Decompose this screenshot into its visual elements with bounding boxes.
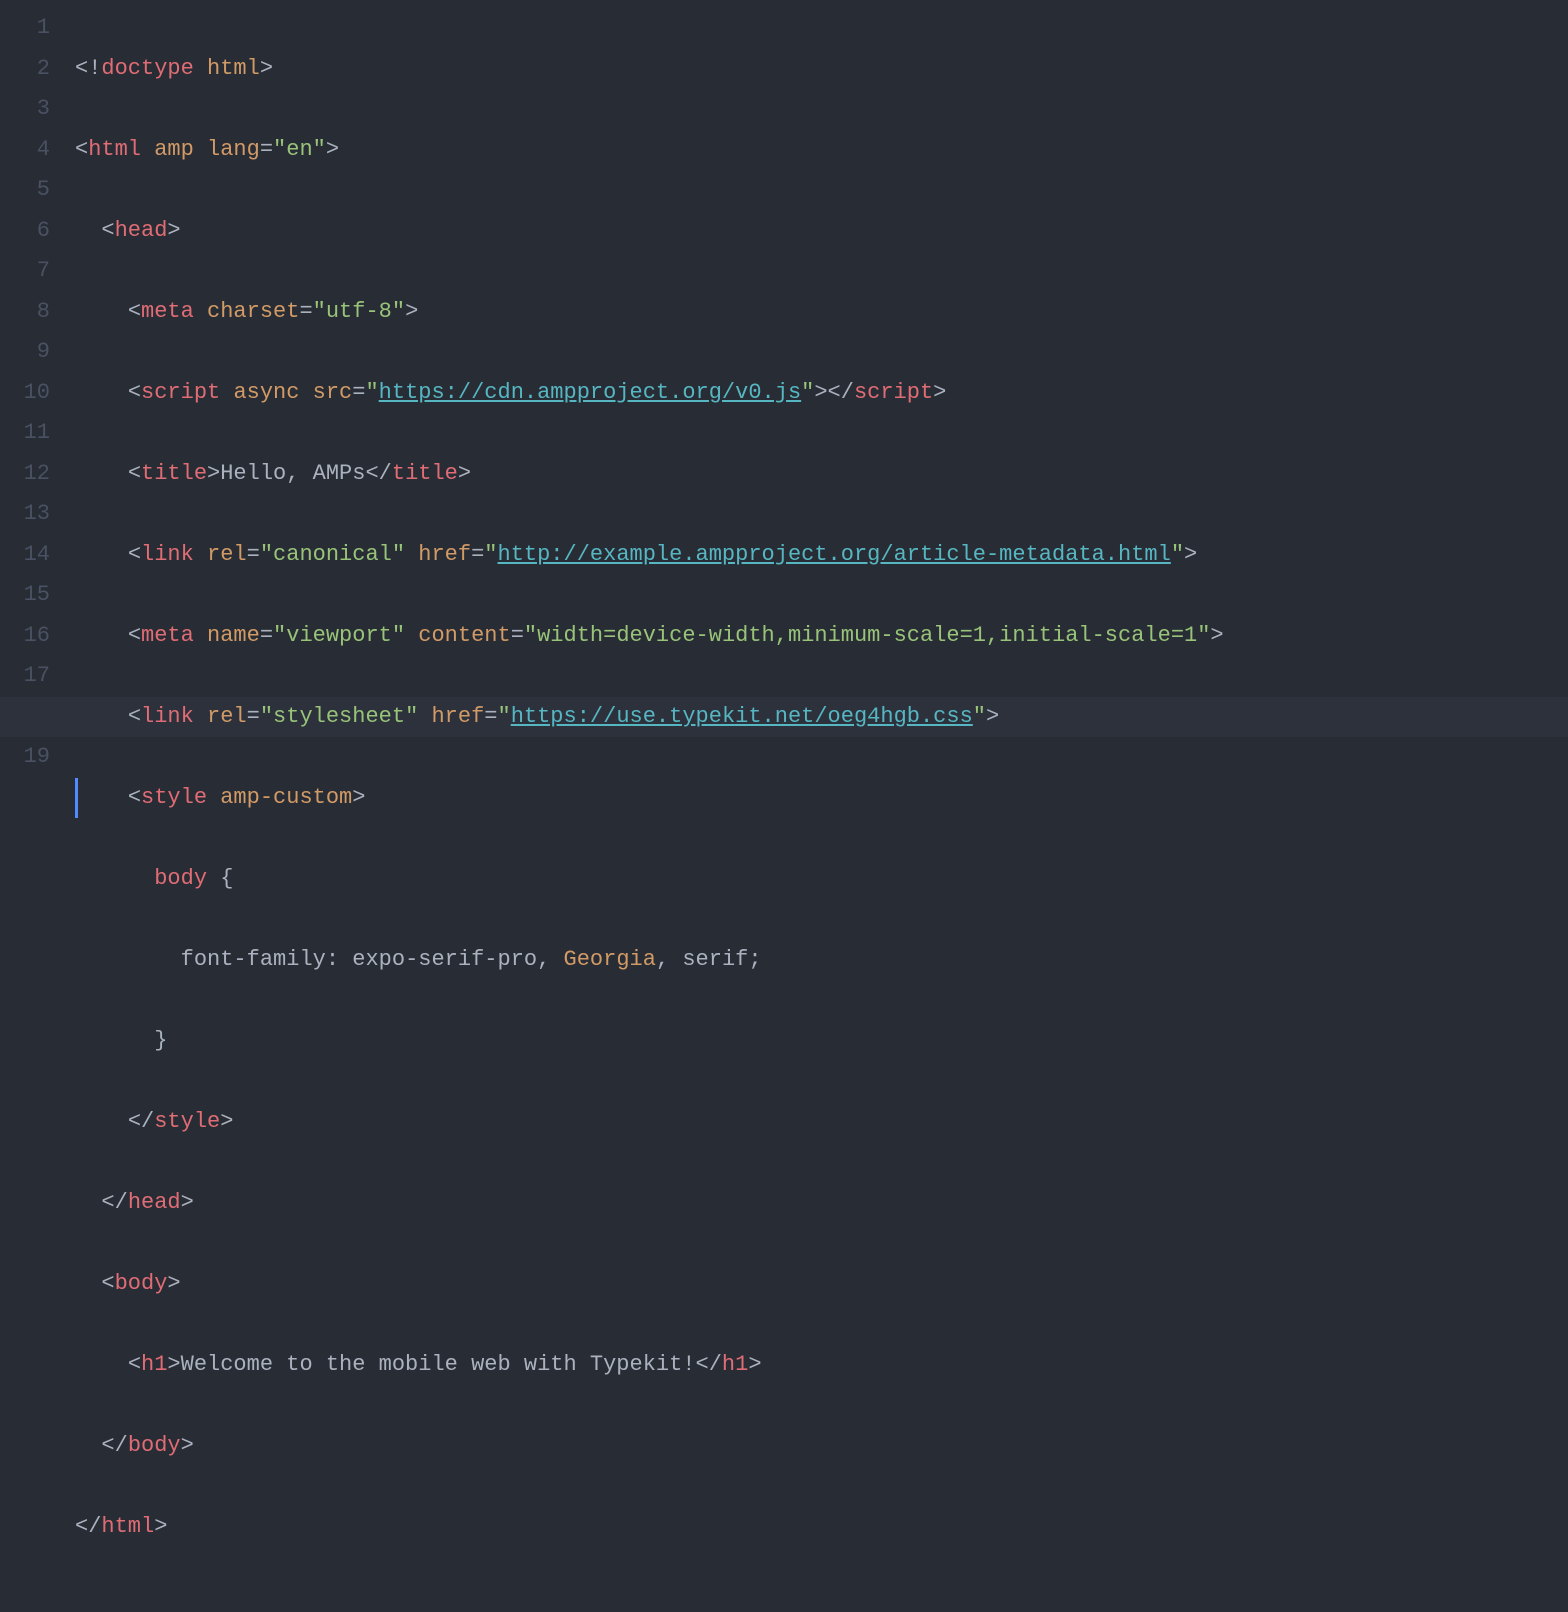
code-line[interactable]: <link rel="canonical" href="http://examp…: [75, 535, 1568, 576]
line-number: 12: [0, 454, 50, 495]
line-number: 5: [0, 170, 50, 211]
line-number: 10: [0, 373, 50, 414]
code-line[interactable]: font-family: expo-serif-pro, Georgia, se…: [75, 940, 1568, 981]
line-number: 1: [0, 8, 50, 49]
line-number: 7: [0, 251, 50, 292]
code-line[interactable]: <script async src="https://cdn.ampprojec…: [75, 373, 1568, 414]
line-number: 13: [0, 494, 50, 535]
gutter: 1 2 3 4 5 6 7 8 9 10 11 12 13 14 15 16 1…: [0, 0, 75, 806]
code-editor[interactable]: 1 2 3 4 5 6 7 8 9 10 11 12 13 14 15 16 1…: [0, 0, 1568, 806]
url-link[interactable]: http://example.ampproject.org/article-me…: [498, 542, 1171, 567]
code-area[interactable]: <!doctype html> <html amp lang="en"> <he…: [75, 0, 1568, 806]
code-line-cursor[interactable]: <style amp-custom>: [75, 778, 1568, 819]
code-line[interactable]: </html>: [75, 1507, 1568, 1548]
line-number: 3: [0, 89, 50, 130]
code-line[interactable]: </head>: [75, 1183, 1568, 1224]
line-number: 2: [0, 49, 50, 90]
url-link[interactable]: https://cdn.ampproject.org/v0.js: [379, 380, 801, 405]
line-number: 9: [0, 332, 50, 373]
cursor-icon: [75, 778, 78, 819]
line-number: 19: [0, 737, 50, 778]
code-line-highlighted[interactable]: <link rel="stylesheet" href="https://use…: [0, 697, 1568, 738]
code-line[interactable]: }: [75, 1021, 1568, 1062]
line-number: 16: [0, 616, 50, 657]
code-line[interactable]: <h1>Welcome to the mobile web with Typek…: [75, 1345, 1568, 1386]
line-number: 15: [0, 575, 50, 616]
line-number: 4: [0, 130, 50, 171]
code-line[interactable]: <title>Hello, AMPs</title>: [75, 454, 1568, 495]
line-number: 14: [0, 535, 50, 576]
line-number: 6: [0, 211, 50, 252]
code-line[interactable]: <meta charset="utf-8">: [75, 292, 1568, 333]
line-number: 8: [0, 292, 50, 333]
code-line[interactable]: <!doctype html>: [75, 49, 1568, 90]
line-number: 11: [0, 413, 50, 454]
line-number: 17: [0, 656, 50, 697]
code-line[interactable]: <html amp lang="en">: [75, 130, 1568, 171]
code-line[interactable]: </body>: [75, 1426, 1568, 1467]
code-line[interactable]: body {: [75, 859, 1568, 900]
code-line[interactable]: <meta name="viewport" content="width=dev…: [75, 616, 1568, 657]
code-line[interactable]: </style>: [75, 1102, 1568, 1143]
code-line[interactable]: <body>: [75, 1264, 1568, 1305]
code-line[interactable]: <head>: [75, 211, 1568, 252]
url-link[interactable]: https://use.typekit.net/oeg4hgb.css: [511, 704, 973, 729]
